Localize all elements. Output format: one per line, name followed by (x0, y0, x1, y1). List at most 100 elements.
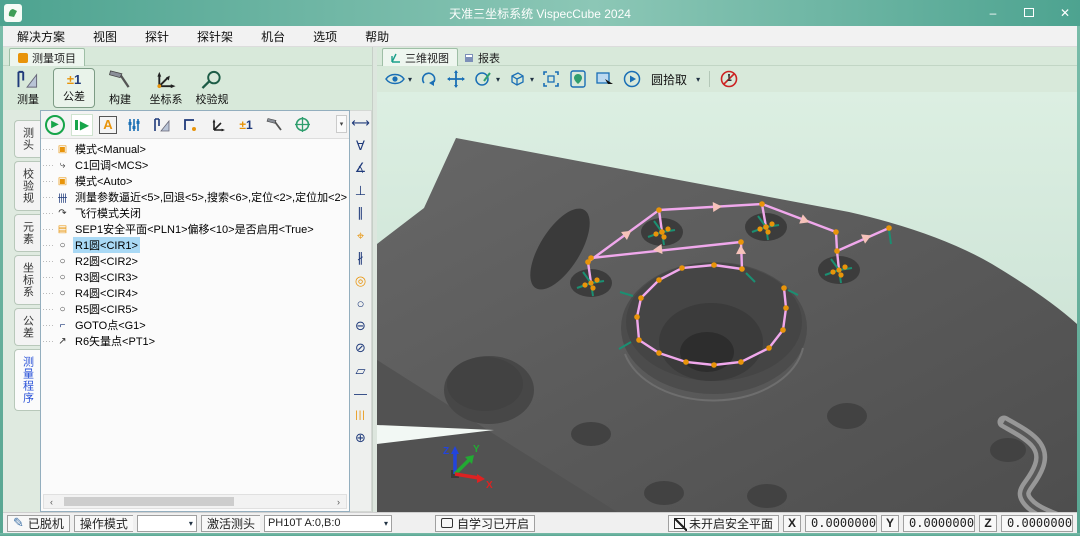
mode-icon: ▣ (56, 144, 69, 155)
op-mode-select[interactable]: ▾ (137, 515, 197, 532)
menu-view[interactable]: 视图 (79, 28, 131, 45)
gdt-concentricity-icon[interactable]: ◎ (352, 272, 370, 290)
tree-horizontal-scrollbar[interactable]: ‹ › (43, 494, 347, 509)
tab-report[interactable]: 报表 (455, 48, 509, 66)
maximize-button[interactable] (1020, 6, 1038, 20)
menu-options[interactable]: 选项 (299, 28, 351, 45)
probe-disable-icon[interactable] (719, 69, 739, 89)
tree-item-goto-point[interactable]: ⌐GOTO点<G1> (43, 317, 347, 333)
caliper-icon (15, 69, 41, 90)
gdt-angularity-icon[interactable]: ∦ (352, 249, 370, 267)
pan-view-icon[interactable] (446, 69, 466, 89)
view-cube-icon[interactable] (507, 69, 527, 89)
gdt-parallelism-icon[interactable]: ∥ (352, 204, 370, 222)
zoom-fit-icon[interactable] (541, 69, 561, 89)
ribbon-tolerance-button[interactable]: ±1 公差 (53, 68, 95, 108)
gdt-runout-icon[interactable]: ⊘ (352, 339, 370, 357)
tree-item-vector-point[interactable]: ↗R6矢量点<PT1> (43, 333, 347, 349)
tree-item-fly-mode[interactable]: ↷飞行模式关闭 (43, 205, 347, 221)
3d-view-icon (391, 53, 401, 63)
hammer-icon (107, 69, 133, 90)
z-coordinate-value: 0.0000000 (1001, 515, 1073, 532)
ribbon-construct-button[interactable]: 构建 (99, 68, 141, 108)
3d-viewport[interactable]: Z Y X (377, 92, 1077, 512)
tree-item-circle-r5[interactable]: ○R5圆<CIR5> (43, 301, 347, 317)
gdt-flatness-icon[interactable]: ▱ (352, 362, 370, 380)
coordinate-system-icon (153, 69, 179, 90)
gdt-perpendicularity-icon[interactable]: ⊥ (352, 182, 370, 200)
menu-bar: 解决方案 视图 探针 探针架 机台 选项 帮助 (3, 26, 1077, 47)
side-tab-elements[interactable]: 元素 (14, 214, 40, 252)
goto-point-icon[interactable] (179, 114, 201, 136)
construct-small-icon[interactable] (263, 114, 285, 136)
window-select-icon[interactable] (595, 69, 615, 89)
maximize-icon (1024, 8, 1034, 17)
ribbon-gauge-button[interactable]: 校验规 (191, 68, 233, 108)
tab-measure-project-label: 测量项目 (32, 50, 76, 66)
eye-dropdown-caret[interactable]: ▾ (408, 75, 412, 84)
menu-probe[interactable]: 探针 (131, 28, 183, 45)
tree-item-safety-plane[interactable]: ▤SEP1安全平面<PLN1>偏移<10>是否启用<True> (43, 221, 347, 237)
circle-pick-label[interactable]: 圆拾取 (651, 71, 687, 88)
recall-icon: ⤷ (56, 160, 69, 171)
ribbon-coordsys-button[interactable]: 坐标系 (145, 68, 187, 108)
gdt-angle-between-icon[interactable]: ∀ (352, 137, 370, 155)
toolbar-overflow-button[interactable]: ▾ (336, 115, 347, 133)
evaluate-icon[interactable] (291, 114, 313, 136)
pick-dropdown-caret[interactable]: ▾ (696, 75, 700, 84)
sketch-dropdown-caret[interactable]: ▾ (496, 75, 500, 84)
close-button[interactable]: ✕ (1056, 6, 1074, 20)
visibility-eye-icon[interactable] (385, 69, 405, 89)
viewport-toolbar: ▾ ▾ ▾ 圆拾取 ▾ (377, 66, 1077, 92)
gdt-symmetry-icon[interactable]: ⊖ (352, 317, 370, 335)
gdt-surface-profile-icon[interactable]: ⊕ (352, 429, 370, 447)
simulate-play-icon[interactable] (622, 69, 642, 89)
gdt-distance-icon[interactable]: ⟷ (352, 114, 370, 132)
scrollbar-thumb[interactable] (64, 497, 234, 506)
application-window: 天准三坐标系统 VispecCube 2024 – ✕ 解决方案 视图 探针 探… (0, 0, 1080, 536)
sketch-circle-icon[interactable] (473, 69, 493, 89)
gdt-straightness-icon[interactable]: — (352, 384, 370, 402)
tree-item-c1-recall[interactable]: ⤷C1回调<MCS> (43, 157, 347, 173)
coordsys-small-icon[interactable] (207, 114, 229, 136)
tree-item-circle-r1[interactable]: ○R1圆<CIR1> (43, 237, 347, 253)
menu-solution[interactable]: 解决方案 (3, 28, 79, 45)
measure-icon[interactable] (151, 114, 173, 136)
menu-help[interactable]: 帮助 (351, 28, 403, 45)
tolerance-small-icon[interactable]: ±1 (235, 114, 257, 136)
step-run-button[interactable]: ▶ (71, 114, 93, 136)
rotate-view-icon[interactable] (419, 69, 439, 89)
tab-measure-project[interactable]: 测量项目 (9, 48, 85, 66)
tree-item-circle-r2[interactable]: ○R2圆<CIR2> (43, 253, 347, 269)
safety-plane-disabled-icon (674, 518, 685, 529)
gdt-angle-icon[interactable]: ∡ (352, 159, 370, 177)
menu-probe-rack[interactable]: 探针架 (183, 28, 247, 45)
tab-3d-view[interactable]: 三维视图 (382, 48, 458, 66)
tree-item-circle-r4[interactable]: ○R4圆<CIR4> (43, 285, 347, 301)
gdt-position-icon[interactable]: ⌖ (352, 227, 370, 245)
scroll-left-arrow[interactable]: ‹ (44, 497, 59, 507)
tree-item-circle-r3[interactable]: ○R3圆<CIR3> (43, 269, 347, 285)
gdt-circularity-icon[interactable]: ○ (352, 294, 370, 312)
connection-pencil-icon: ✎ (13, 515, 24, 531)
side-tab-coordsys[interactable]: 坐标系 (14, 255, 40, 305)
gdt-line-profile-icon[interactable]: ||| (352, 407, 370, 425)
tree-item-mode-auto[interactable]: ▣模式<Auto> (43, 173, 347, 189)
tree-item-measure-params[interactable]: 卌测量参数逼近<5>,回退<5>,搜索<6>,定位<2>,定位加<2>,测量 (43, 189, 347, 205)
op-mode-label: 操作模式 (74, 515, 133, 532)
scroll-right-arrow[interactable]: › (331, 497, 346, 507)
cube-dropdown-caret[interactable]: ▾ (530, 75, 534, 84)
run-program-button[interactable]: ▶ (45, 115, 65, 135)
tree-item-mode-manual[interactable]: ▣模式<Manual> (43, 141, 347, 157)
parameters-icon[interactable] (123, 114, 145, 136)
minimize-button[interactable]: – (984, 6, 1002, 20)
ribbon-measure-button[interactable]: 测量 (7, 68, 49, 108)
side-tab-tolerance[interactable]: 公差 (14, 308, 40, 346)
active-probe-select[interactable]: PH10T A:0,B:0▾ (264, 515, 392, 532)
side-tab-gauge[interactable]: 校验规 (14, 161, 40, 211)
menu-machine[interactable]: 机台 (247, 28, 299, 45)
side-tab-measure-program[interactable]: 测量程序 (14, 349, 40, 411)
locate-pin-icon[interactable] (568, 69, 588, 89)
side-tab-probe[interactable]: 测头 (14, 120, 40, 158)
frame-label-icon[interactable]: A (99, 116, 117, 134)
